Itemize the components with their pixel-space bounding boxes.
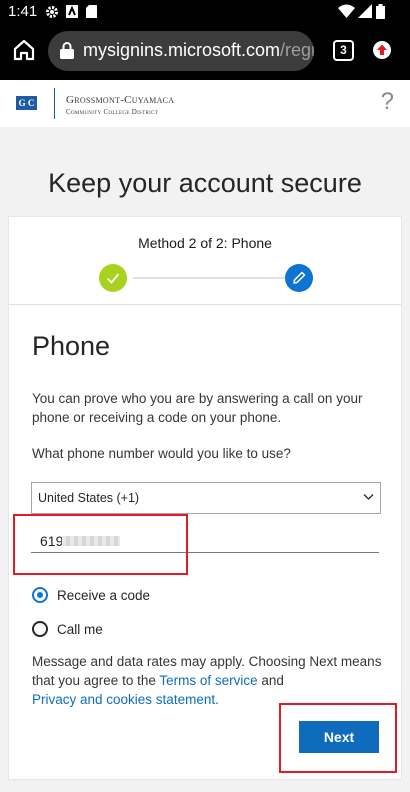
next-highlight-box xyxy=(279,703,397,773)
update-icon[interactable] xyxy=(373,41,391,59)
checkmark-icon xyxy=(106,273,120,284)
sd-card-icon xyxy=(86,5,97,18)
phone-highlight-box xyxy=(13,514,188,575)
country-code-select[interactable]: United States (+1) xyxy=(31,482,381,514)
option-receive-code[interactable]: Receive a code xyxy=(32,584,150,606)
disclaimer: Message and data rates may apply. Choosi… xyxy=(32,652,392,709)
step-complete-indicator xyxy=(99,264,127,292)
page-title: Keep your account secure xyxy=(48,168,362,198)
privacy-link[interactable]: Privacy and cookies statement. xyxy=(32,692,219,707)
tab-switcher-button[interactable]: 3 xyxy=(333,40,354,61)
org-name: Grossmont-Cuyamaca xyxy=(66,94,175,106)
wifi-icon xyxy=(338,4,355,18)
progress-header: Method 2 of 2: Phone xyxy=(9,217,401,305)
url-host: mysignins.microsoft.com xyxy=(83,40,281,60)
browser-toolbar: mysignins.microsoft.com/regis 3 xyxy=(0,24,410,80)
setup-card: Method 2 of 2: Phone Phone You can prove… xyxy=(8,216,402,780)
step-current-indicator xyxy=(285,264,313,292)
radio-receive-code-label: Receive a code xyxy=(57,587,151,603)
chevron-down-icon xyxy=(363,494,374,500)
section-title: Phone xyxy=(32,331,111,361)
phone-question: What phone number would you like to use? xyxy=(32,446,291,461)
status-time: 1:41 xyxy=(8,3,38,20)
org-header: G C Grossmont-Cuyamaca Community College… xyxy=(0,80,410,127)
help-icon[interactable]: ? xyxy=(381,88,394,116)
method-description: You can prove who you are by answering a… xyxy=(32,391,363,425)
step-label: Method 2 of 2: Phone xyxy=(138,235,272,251)
disclaimer-and: and xyxy=(257,673,284,688)
lock-icon xyxy=(60,42,74,59)
arrow-up-icon xyxy=(377,44,387,55)
radio-receive-code[interactable] xyxy=(32,587,48,603)
pencil-icon xyxy=(293,271,306,284)
country-code-value: United States (+1) xyxy=(38,491,140,505)
org-logo-badge: G C xyxy=(16,96,37,110)
org-logo-name: Grossmont-Cuyamaca Community College Dis… xyxy=(66,94,174,118)
terms-link[interactable]: Terms of service xyxy=(159,673,257,688)
logo-divider xyxy=(54,88,55,119)
org-subname: Community College District xyxy=(66,108,159,116)
status-bar: 1:41 xyxy=(0,0,410,24)
option-call-me[interactable]: Call me xyxy=(32,618,103,640)
gear-icon xyxy=(46,6,58,18)
step-connector xyxy=(133,277,285,279)
radio-call-me-label: Call me xyxy=(57,621,103,637)
address-bar[interactable]: mysignins.microsoft.com/regis xyxy=(48,31,314,71)
battery-icon xyxy=(376,4,385,19)
radio-call-me[interactable] xyxy=(32,621,48,637)
url-path: /regis xyxy=(280,40,314,60)
url-text: mysignins.microsoft.com/regis xyxy=(83,40,314,61)
signal-icon xyxy=(358,4,372,18)
home-icon[interactable] xyxy=(12,38,36,62)
news-icon xyxy=(66,5,78,18)
